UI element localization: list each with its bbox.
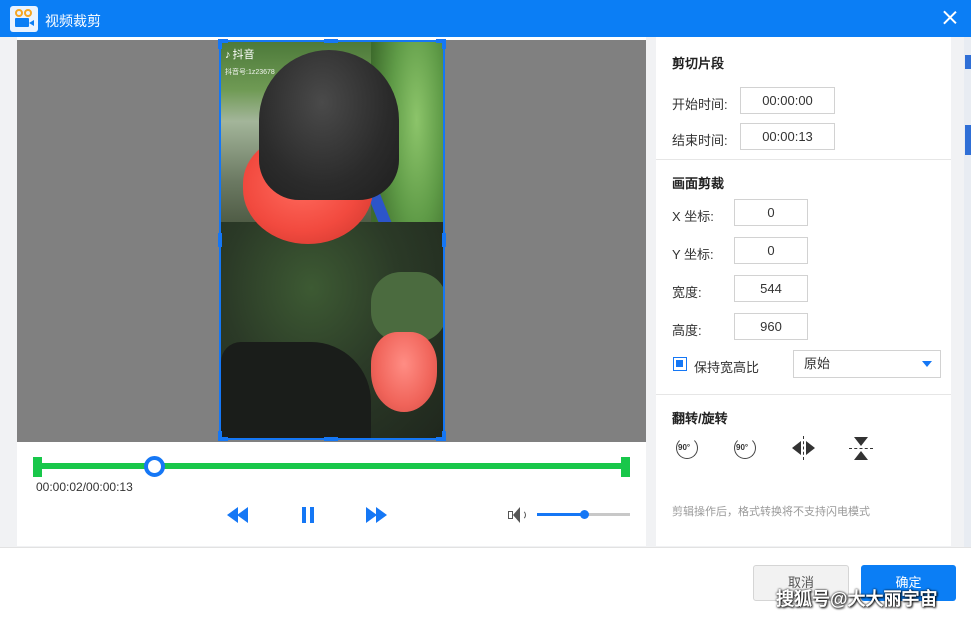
crop-handle-top-mid[interactable] — [324, 39, 338, 43]
lightning-mode-note: 剪辑操作后，格式转换将不支持闪电模式 — [672, 506, 870, 518]
crop-handle-top-left-v[interactable] — [218, 39, 222, 49]
crop-handle-top-right-v[interactable] — [442, 39, 446, 49]
end-time-input[interactable]: 00:00:13 — [740, 123, 835, 150]
crop-handle-bottom-left-v[interactable] — [218, 431, 222, 441]
crop-section-title: 画面剪裁 — [672, 176, 725, 191]
close-icon[interactable] — [938, 6, 962, 30]
crop-handle-bottom-mid[interactable] — [324, 437, 338, 441]
rewind-button[interactable] — [227, 505, 251, 525]
flip-vertical-icon[interactable] — [849, 436, 873, 462]
y-coord-label: Y 坐标: — [672, 247, 714, 262]
x-coord-label: X 坐标: — [672, 209, 714, 224]
flip-horizontal-icon[interactable] — [791, 436, 817, 460]
chevron-down-icon — [922, 361, 932, 367]
end-time-label: 结束时间: — [672, 133, 728, 148]
pause-button[interactable] — [300, 505, 316, 525]
rotate-right-icon[interactable]: 90° — [732, 435, 758, 461]
fast-forward-button[interactable] — [366, 505, 390, 525]
background-window-edge — [964, 37, 971, 547]
clip-section-title: 剪切片段 — [672, 56, 725, 71]
video-logo: ♪ 抖音 — [225, 49, 255, 61]
time-display: 00:00:02/00:00:13 — [36, 480, 133, 494]
video-frame[interactable]: ♪ 抖音 抖音号:1z23678 — [219, 40, 445, 440]
timeline-track[interactable] — [35, 463, 629, 469]
transform-section-title: 翻转/旋转 — [672, 411, 728, 426]
divider — [656, 159, 951, 160]
y-coord-input[interactable]: 0 — [734, 237, 808, 264]
start-time-input[interactable]: 00:00:00 — [740, 87, 835, 114]
crop-handle-bottom-right-v[interactable] — [442, 431, 446, 441]
trim-end-handle[interactable] — [621, 457, 630, 477]
width-input[interactable]: 544 — [734, 275, 808, 302]
playhead-knob[interactable] — [143, 456, 165, 477]
volume-icon[interactable] — [507, 506, 527, 524]
x-coord-input[interactable]: 0 — [734, 199, 808, 226]
volume-knob[interactable] — [579, 510, 589, 519]
rotate-left-icon[interactable]: 90° — [674, 435, 700, 461]
height-input[interactable]: 960 — [734, 313, 808, 340]
watermark: 搜狐号@大大丽宇宙 — [776, 589, 938, 609]
divider — [656, 394, 951, 395]
crop-handle-right-mid[interactable] — [442, 233, 446, 247]
keep-ratio-checkbox[interactable] — [673, 357, 687, 371]
ratio-select[interactable]: 原始 — [793, 350, 941, 378]
pause-icon — [302, 507, 306, 523]
keep-ratio-label[interactable]: 保持宽高比 — [694, 357, 759, 376]
edge-marker — [965, 125, 971, 155]
height-label: 高度: — [672, 323, 702, 338]
title-bar: 视频裁剪 — [0, 0, 971, 37]
start-time-label: 开始时间: — [672, 97, 728, 112]
ratio-select-value: 原始 — [804, 356, 831, 371]
crop-handle-left-mid[interactable] — [218, 233, 222, 247]
edge-marker — [965, 55, 971, 69]
video-handle-text: 抖音号:1z23678 — [225, 69, 275, 76]
window-title: 视频裁剪 — [45, 13, 101, 29]
volume-fill — [537, 513, 584, 516]
video-camera-icon — [10, 6, 38, 32]
width-label: 宽度: — [672, 285, 702, 300]
